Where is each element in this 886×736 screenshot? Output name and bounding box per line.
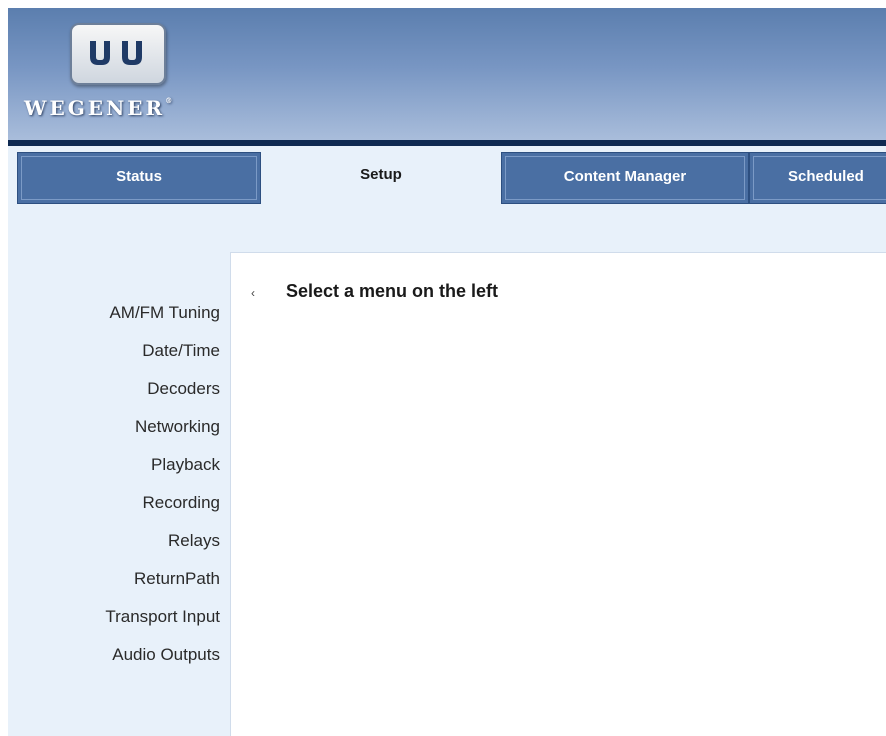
sidebar-item-networking[interactable]: Networking — [8, 408, 220, 446]
app-frame: WEGENER® Status Setup Content Manager Sc… — [8, 8, 886, 736]
sidebar-item-transport-input[interactable]: Transport Input — [8, 598, 220, 636]
sidebar-item-audio-outputs[interactable]: Audio Outputs — [8, 636, 220, 674]
tab-content-manager[interactable]: Content Manager — [501, 152, 749, 204]
sidebar-item-decoders[interactable]: Decoders — [8, 370, 220, 408]
sidebar-item-playback[interactable]: Playback — [8, 446, 220, 484]
sidebar-item-returnpath[interactable]: ReturnPath — [8, 560, 220, 598]
sidebar-item-recording[interactable]: Recording — [8, 484, 221, 522]
tab-status[interactable]: Status — [17, 152, 261, 204]
wegener-logo-icon — [70, 23, 166, 85]
content-panel: ‹ Select a menu on the left — [230, 252, 886, 736]
content-message: Select a menu on the left — [286, 281, 499, 301]
tab-scheduled[interactable]: Scheduled — [749, 152, 886, 204]
sidebar-item-am-fm-tuning[interactable]: AM/FM Tuning — [8, 294, 220, 332]
sidebar-item-relays[interactable]: Relays — [8, 522, 220, 560]
sidebar-menu: AM/FM Tuning Date/Time Decoders Networki… — [8, 294, 220, 674]
tab-status-label: Status — [21, 156, 257, 200]
logo-mark-icon — [90, 41, 142, 65]
logo-text: WEGENER® — [24, 96, 173, 120]
tab-content-manager-label: Content Manager — [505, 156, 745, 200]
header-banner: WEGENER® — [8, 8, 886, 140]
tab-scheduled-label: Scheduled — [753, 156, 886, 200]
tab-setup[interactable]: Setup — [261, 152, 501, 204]
bullet-icon: ‹ — [251, 286, 255, 300]
sidebar-item-date-time[interactable]: Date/Time — [8, 332, 220, 370]
tab-bar: Status Setup Content Manager Scheduled — [8, 146, 886, 208]
tab-setup-label: Setup — [360, 166, 402, 183]
